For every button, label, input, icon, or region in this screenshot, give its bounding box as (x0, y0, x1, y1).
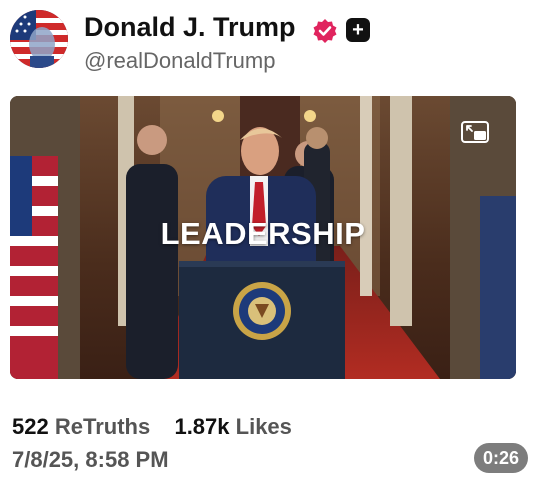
video-caption: LEADERSHIP (160, 216, 366, 251)
retruths-label[interactable]: ReTruths (55, 414, 150, 439)
display-name[interactable]: Donald J. Trump (84, 12, 296, 43)
avatar-flag-portrait-icon (10, 10, 68, 68)
post-timestamp: 7/8/25, 8:58 PM (12, 447, 169, 472)
user-handle[interactable]: @realDonaldTrump (84, 48, 275, 74)
likes-label[interactable]: Likes (236, 414, 292, 439)
plus-badge-icon: + (346, 18, 370, 42)
verified-badge-icon (313, 19, 337, 43)
picture-in-picture-icon[interactable] (461, 121, 489, 143)
retruths-count[interactable]: 522 (12, 414, 49, 439)
video-duration-badge: 0:26 (474, 443, 528, 473)
likes-count[interactable]: 1.87k (174, 414, 229, 439)
video-player[interactable]: LEADERSHIP (10, 96, 516, 379)
post-header: Donald J. Trump + @realDonaldTrump (10, 10, 525, 76)
avatar[interactable] (10, 10, 68, 68)
engagement-stats: 522 ReTruths 1.87k Likes (12, 414, 292, 440)
